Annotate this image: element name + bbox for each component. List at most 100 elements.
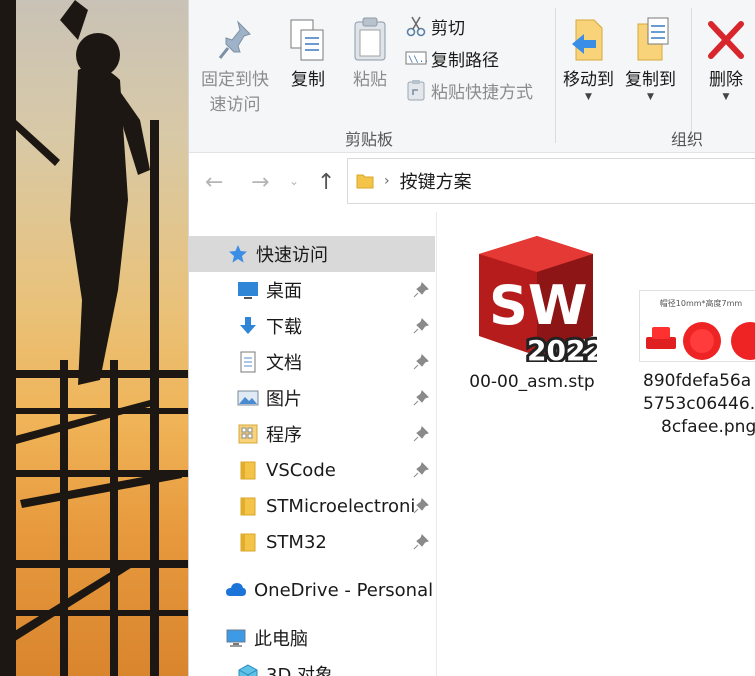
star-icon (229, 245, 247, 263)
copy-button[interactable]: 复制 (287, 16, 329, 93)
solidworks-logo-text: SW (489, 274, 587, 337)
nav-item-documents[interactable]: 文档 (189, 344, 435, 380)
copy-to-icon (637, 17, 668, 61)
desktop-wallpaper (0, 0, 188, 676)
file-item[interactable]: SW 2022 00-00_asm.stp (467, 232, 608, 394)
nav-onedrive[interactable]: OneDrive - Personal (189, 572, 435, 608)
thumbnail-caption: 帽径10mm*高度7mm (659, 299, 743, 308)
pin-icon[interactable] (413, 282, 429, 298)
nav-quick-access-label: 快速访问 (256, 245, 328, 266)
file-explorer-window: 固定到快 速访问 复制 粘贴 剪切 \\. 复制路径 粘贴快捷方式 剪贴板 移动… (188, 0, 755, 676)
copy-label: 复制 (291, 70, 325, 90)
move-to-dropdown-arrow: ▼ (585, 92, 592, 102)
pin-quick-access-button[interactable]: 固定到快 速访问 (201, 16, 269, 118)
desktop-icon (238, 282, 258, 299)
scaffold-silhouette-image (0, 0, 188, 676)
paste-shortcut-button[interactable]: 粘贴快捷方式 (405, 76, 533, 104)
image-thumbnail: 帽径10mm*高度7mm 侧面 外观 内 (639, 290, 755, 362)
copy-to-button[interactable]: 复制到 ▼ (625, 16, 676, 102)
up-arrow-icon[interactable]: ↑ (317, 170, 335, 195)
pin-icon[interactable] (413, 498, 429, 514)
file-item[interactable]: 帽径10mm*高度7mm 侧面 外观 内 890fdefa56a 5753c06… (635, 290, 755, 439)
delete-x-icon (708, 21, 744, 59)
back-arrow-icon[interactable]: ← (205, 170, 223, 195)
paste-label: 粘贴 (353, 70, 387, 90)
folder-icon (240, 533, 256, 552)
copy-to-label: 复制到 (625, 70, 676, 90)
pin-icon[interactable] (413, 318, 429, 334)
breadcrumb-chevron-icon[interactable]: › (384, 173, 390, 189)
forward-arrow-icon[interactable]: → (251, 170, 269, 195)
nav-onedrive-label: OneDrive - Personal (254, 579, 434, 601)
cut-button[interactable]: 剪切 (405, 12, 465, 40)
cube-3d-icon (238, 664, 258, 676)
file-list: SW 2022 00-00_asm.stp 帽径10mm*高度7mm 侧面 外观… (439, 212, 755, 676)
nav-item-label: STM32 (266, 531, 327, 553)
paste-shortcut-icon (407, 80, 425, 101)
pin-icon (218, 20, 251, 59)
nav-3d-objects[interactable]: 3D 对象 (189, 656, 435, 676)
pin-icon[interactable] (413, 354, 429, 370)
nav-this-pc[interactable]: 此电脑 (189, 620, 435, 656)
nav-item-label: 程序 (266, 425, 302, 446)
nav-item-pictures[interactable]: 图片 (189, 380, 435, 416)
pin-icon[interactable] (413, 390, 429, 406)
file-name-line: 8cfaee.png (661, 417, 755, 437)
cloud-icon (226, 583, 246, 596)
copy-to-dropdown-arrow: ▼ (647, 92, 654, 102)
download-icon (240, 317, 256, 334)
delete-button[interactable]: 删除 ▼ (705, 16, 747, 102)
nav-item-label: 下载 (266, 317, 302, 338)
nav-this-pc-label: 此电脑 (254, 629, 308, 650)
pin-label-line2: 速访问 (209, 95, 261, 115)
nav-item-vscode[interactable]: VSCode (189, 452, 435, 488)
scissors-icon (406, 16, 426, 37)
file-name-line: 5753c06446. (643, 394, 755, 414)
move-to-icon (571, 19, 602, 61)
pictures-icon (237, 390, 259, 406)
nav-item-stmicroelectronics[interactable]: STMicroelectroni (189, 488, 435, 524)
navigation-pane: 快速访问 桌面 下载 文档 图片 程序 VSCode STMicroelectr… (189, 212, 437, 676)
nav-item-stm32[interactable]: STM32 (189, 524, 435, 560)
delete-label: 删除 (709, 70, 743, 90)
file-name: 890fdefa56a 5753c06446. 8cfaee.png (635, 370, 755, 439)
nav-3d-objects-label: 3D 对象 (266, 665, 334, 676)
recent-locations-chevron-icon[interactable]: ⌄ (289, 174, 299, 188)
nav-item-downloads[interactable]: 下载 (189, 308, 435, 344)
folder-icon (240, 461, 256, 480)
clipboard-group-label: 剪贴板 (345, 130, 394, 149)
ribbon-separator (555, 8, 556, 143)
nav-item-programs[interactable]: 程序 (189, 416, 435, 452)
nav-item-label: VSCode (266, 459, 336, 481)
folder-icon (240, 497, 256, 516)
ribbon-toolbar: 固定到快 速访问 复制 粘贴 剪切 \\. 复制路径 粘贴快捷方式 剪贴板 移动… (189, 0, 755, 153)
version-badge: 2022 (527, 334, 597, 362)
copy-path-icon: \\... (405, 51, 427, 65)
paste-icon (354, 17, 386, 61)
paste-button[interactable]: 粘贴 (349, 16, 391, 93)
file-name-line: 890fdefa56a (643, 371, 752, 391)
address-bar[interactable]: › 按键方案 (347, 158, 755, 204)
computer-icon (226, 629, 246, 647)
folder-icon (356, 174, 374, 189)
nav-item-label: 桌面 (266, 281, 302, 302)
delete-dropdown-arrow: ▼ (722, 92, 730, 102)
svg-text:\\...: \\... (408, 55, 427, 65)
nav-item-desktop[interactable]: 桌面 (189, 272, 435, 308)
cut-label: 剪切 (431, 18, 465, 39)
ribbon-separator (691, 8, 692, 143)
nav-item-label: 文档 (266, 353, 302, 374)
nav-item-label: 图片 (266, 389, 302, 410)
nav-quick-access[interactable]: 快速访问 (189, 236, 435, 272)
breadcrumb-current-folder[interactable]: 按键方案 (400, 168, 472, 194)
program-folder-icon (238, 424, 258, 444)
pin-icon[interactable] (413, 426, 429, 442)
red-button-cap-image: 侧面 外观 内 (646, 322, 755, 360)
copy-path-button[interactable]: \\... 复制路径 (405, 44, 499, 72)
move-to-label: 移动到 (563, 70, 614, 90)
pin-icon[interactable] (413, 462, 429, 478)
move-to-button[interactable]: 移动到 ▼ (563, 16, 614, 102)
copy-path-label: 复制路径 (431, 50, 499, 71)
pin-icon[interactable] (413, 534, 429, 550)
file-name: 00-00_asm.stp (469, 372, 595, 392)
